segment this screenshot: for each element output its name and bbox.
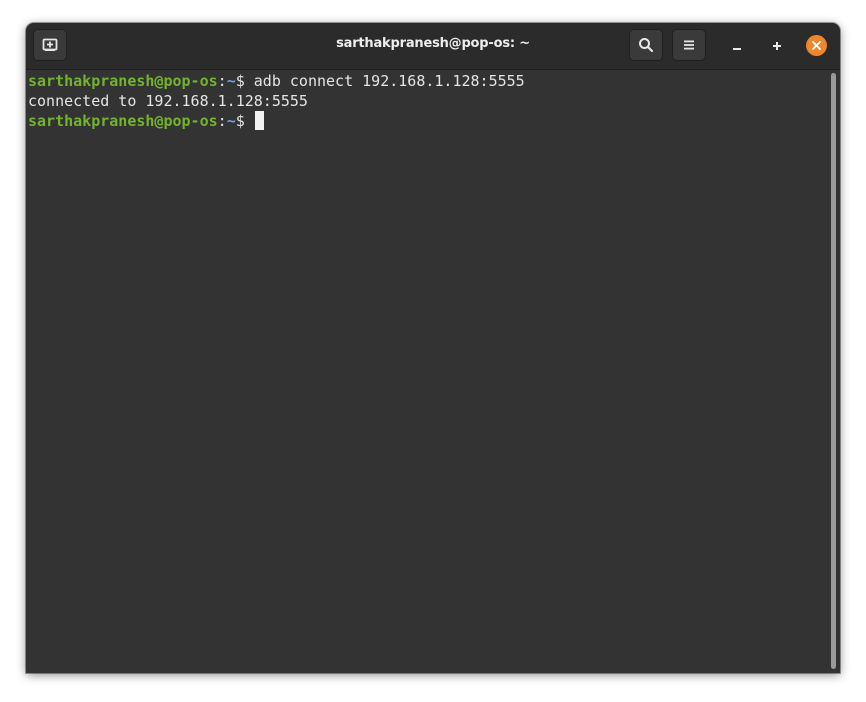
text-cursor — [254, 111, 264, 130]
prompt-symbol: $ — [235, 112, 254, 130]
prompt-path: ~ — [226, 112, 236, 130]
maximize-icon — [773, 42, 781, 50]
prompt-user-host: sarthakpranesh@pop-os — [28, 72, 218, 90]
terminal-output-line: connected to 192.168.1.128:5555 — [28, 92, 308, 110]
minimize-button[interactable] — [726, 35, 748, 57]
terminal-window: sarthakpranesh@pop-os: ~ sarthakpranesh@… — [26, 23, 840, 673]
window-title: sarthakpranesh@pop-os: ~ — [336, 36, 530, 51]
search-button[interactable] — [629, 29, 663, 61]
minimize-icon — [733, 48, 741, 50]
header-bar: sarthakpranesh@pop-os: ~ — [26, 23, 840, 70]
prompt-colon: : — [217, 72, 227, 90]
terminal-line: sarthakpranesh@pop-os:~$ — [28, 111, 840, 131]
scrollbar[interactable] — [831, 73, 836, 669]
command-text: adb connect 192.168.1.128:5555 — [253, 72, 525, 90]
close-button[interactable] — [806, 35, 827, 56]
terminal-line: sarthakpranesh@pop-os:~$ adb connect 192… — [28, 71, 840, 91]
terminal-area[interactable]: sarthakpranesh@pop-os:~$ adb connect 192… — [26, 70, 840, 673]
menu-button[interactable] — [672, 29, 706, 61]
close-icon — [812, 41, 821, 50]
prompt-path: ~ — [226, 72, 236, 90]
prompt-symbol: $ — [235, 72, 254, 90]
maximize-button[interactable] — [766, 35, 788, 57]
search-icon — [639, 38, 654, 53]
prompt-colon: : — [217, 112, 227, 130]
prompt-user-host: sarthakpranesh@pop-os — [28, 112, 218, 130]
hamburger-menu-icon — [684, 40, 694, 50]
